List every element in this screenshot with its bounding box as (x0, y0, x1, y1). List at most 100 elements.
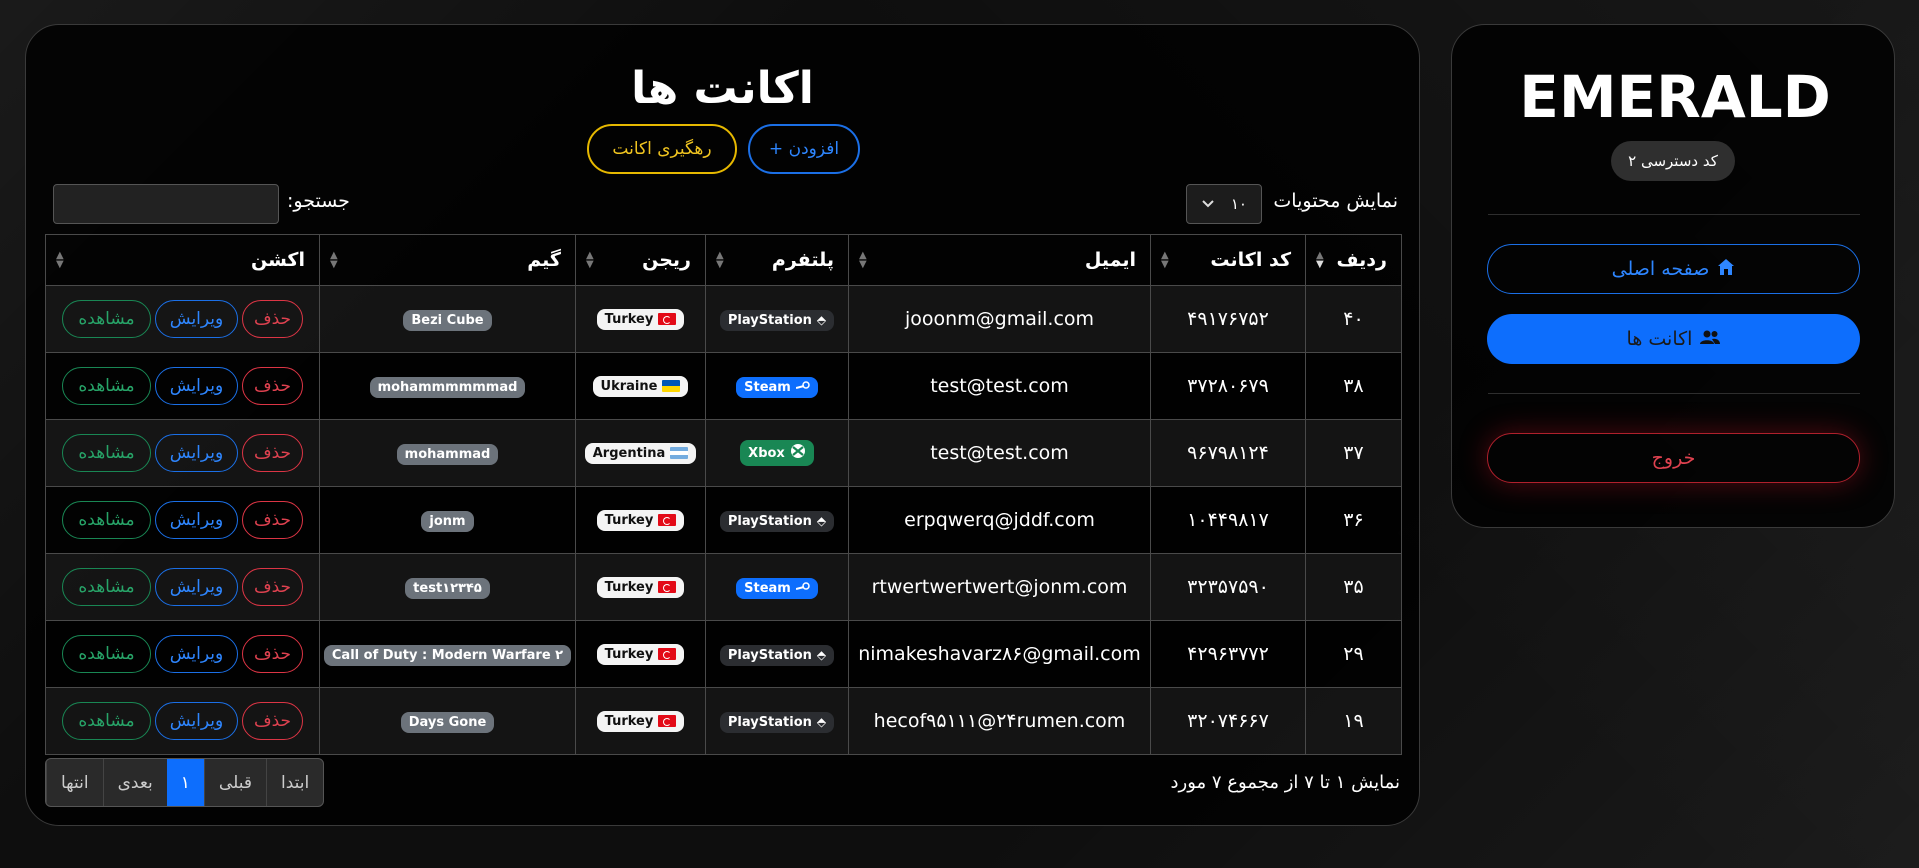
column-header-row-number[interactable]: ردیف ▲ ▼ (1305, 234, 1402, 286)
region-badge: Turkey (596, 576, 685, 598)
page-first[interactable]: ابتدا (265, 759, 323, 806)
platform-badge: Steam (736, 377, 818, 398)
platform-badge: ⬘ PlayStation (719, 309, 835, 331)
emerald-logo: EMERALD (1522, 71, 1828, 123)
cell-game: Call of Duty : Modern Warfare ۲ (319, 620, 576, 688)
cell-email: rtwertwertwert@jonm.com (848, 553, 1151, 621)
delete-button[interactable]: حذف (242, 434, 303, 472)
flag-icon (670, 447, 689, 459)
delete-button[interactable]: حذف (242, 635, 303, 673)
edit-button[interactable]: ویرایش (155, 568, 238, 606)
view-button[interactable]: مشاهده (62, 635, 151, 673)
game-badge: mohammmmmmad (369, 377, 526, 398)
flag-icon (658, 648, 677, 660)
view-button[interactable]: مشاهده (62, 702, 151, 740)
platform-badge: ⬘ PlayStation (719, 644, 835, 666)
cell-email: hecof۹۵۱۱۱@۲۴rumen.com (848, 687, 1151, 755)
sort-icon: ▲ ▼ (330, 250, 338, 270)
delete-button[interactable]: حذف (242, 300, 303, 338)
cell-actions: حذف ویرایش مشاهده (45, 285, 320, 353)
cell-region: Argentina (575, 419, 706, 487)
flag-icon (658, 514, 677, 526)
page-current[interactable]: ۱ (166, 759, 204, 806)
cell-email: erpqwerq@jddf.com (848, 486, 1151, 554)
edit-button[interactable]: ویرایش (155, 367, 238, 405)
platform-badge: ⬘ PlayStation (719, 711, 835, 733)
column-header-game[interactable]: گیم ▲ ▼ (319, 234, 576, 286)
cell-account-code: ۴۲۹۶۳۷۷۲ (1150, 620, 1306, 688)
cell-game: Bezi Cube (319, 285, 576, 353)
entries-select[interactable]: ۱۰ (1186, 184, 1262, 224)
playstation-icon: ⬘ (816, 648, 827, 663)
view-button[interactable]: مشاهده (62, 300, 151, 338)
column-header-email[interactable]: ایمیل ▲ ▼ (848, 234, 1151, 286)
cell-platform: ⬘ PlayStation (705, 285, 849, 353)
add-account-button[interactable]: + افزودن (748, 124, 860, 174)
edit-button[interactable]: ویرایش (155, 300, 238, 338)
cell-platform: Xbox (705, 419, 849, 487)
page-next[interactable]: بعدی (102, 759, 167, 806)
sort-icon: ▲ ▼ (1316, 250, 1324, 270)
cell-account-code: ۳۲۰۷۴۶۶۷ (1150, 687, 1306, 755)
cell-region: Turkey (575, 553, 706, 621)
edit-button[interactable]: ویرایش (155, 702, 238, 740)
home-button[interactable]: صفحه اصلی (1487, 244, 1860, 294)
view-button[interactable]: مشاهده (62, 501, 151, 539)
cell-region: Turkey (575, 486, 706, 554)
cell-game: Days Gone (319, 687, 576, 755)
delete-button[interactable]: حذف (242, 367, 303, 405)
entries-value: ۱۰ (1230, 195, 1247, 213)
svg-text:EMERALD: EMERALD (1522, 71, 1828, 123)
region-badge: Turkey (596, 509, 685, 531)
column-header-actions[interactable]: اکشن ▲ ▼ (45, 234, 320, 286)
track-account-button[interactable]: رهگیری اکانت (587, 124, 737, 174)
page-last[interactable]: انتها (46, 759, 103, 806)
edit-button[interactable]: ویرایش (155, 635, 238, 673)
cell-row-number: ۳۶ (1305, 486, 1402, 554)
view-button[interactable]: مشاهده (62, 434, 151, 472)
search-input[interactable] (53, 184, 279, 224)
platform-badge: Steam (736, 578, 818, 599)
column-header-platform[interactable]: پلتفرم ▲ ▼ (705, 234, 849, 286)
logout-button[interactable]: خروج (1487, 433, 1860, 483)
cell-game: mohammmmmmad (319, 352, 576, 420)
cell-email: jooonm@gmail.com (848, 285, 1151, 353)
divider (1488, 393, 1860, 394)
playstation-icon: ⬘ (816, 313, 827, 328)
entries-label: نمایش محتویات (1273, 190, 1398, 212)
cell-account-code: ۴۹۱۷۶۷۵۲ (1150, 285, 1306, 353)
column-header-code[interactable]: کد اکانت ▲ ▼ (1150, 234, 1306, 286)
column-header-region[interactable]: ریجن ▲ ▼ (575, 234, 706, 286)
cell-actions: حذف ویرایش مشاهده (45, 352, 320, 420)
delete-button[interactable]: حذف (242, 501, 303, 539)
game-badge: Bezi Cube (403, 310, 492, 331)
edit-button[interactable]: ویرایش (155, 434, 238, 472)
sort-icon: ▲ ▼ (716, 250, 724, 270)
game-badge: test۱۲۳۴۵ (405, 578, 490, 599)
view-button[interactable]: مشاهده (62, 367, 151, 405)
page-prev[interactable]: قبلی (203, 759, 266, 806)
table-row: ۱۹ ۳۲۰۷۴۶۶۷ hecof۹۵۱۱۱@۲۴rumen.com ⬘ Play… (45, 687, 1402, 755)
table-row: ۳۷ ۹۶۷۹۸۱۲۴ test@test.com Xbox Argentina… (45, 419, 1402, 487)
sort-icon: ▲ ▼ (1161, 250, 1169, 270)
table-row: ۳۶ ۱۰۴۴۹۸۱۷ erpqwerq@jddf.com ⬘ PlayStati… (45, 486, 1402, 554)
cell-region: Ukraine (575, 352, 706, 420)
cell-account-code: ۱۰۴۴۹۸۱۷ (1150, 486, 1306, 554)
game-badge: Call of Duty : Modern Warfare ۲ (323, 645, 572, 666)
cell-region: Turkey (575, 285, 706, 353)
delete-button[interactable]: حذف (242, 568, 303, 606)
region-badge: Turkey (596, 308, 685, 330)
playstation-icon: ⬘ (816, 514, 827, 529)
cell-actions: حذف ویرایش مشاهده (45, 620, 320, 688)
view-button[interactable]: مشاهده (62, 568, 151, 606)
home-label: صفحه اصلی (1611, 258, 1710, 280)
cell-platform: Steam (705, 553, 849, 621)
cell-platform: Steam (705, 352, 849, 420)
steam-icon (795, 581, 810, 596)
cell-email: nimakeshavarz۸۶@gmail.com (848, 620, 1151, 688)
edit-button[interactable]: ویرایش (155, 501, 238, 539)
delete-button[interactable]: حذف (242, 702, 303, 740)
cell-platform: ⬘ PlayStation (705, 687, 849, 755)
cell-actions: حذف ویرایش مشاهده (45, 553, 320, 621)
accounts-button[interactable]: اکانت ها (1487, 314, 1860, 364)
